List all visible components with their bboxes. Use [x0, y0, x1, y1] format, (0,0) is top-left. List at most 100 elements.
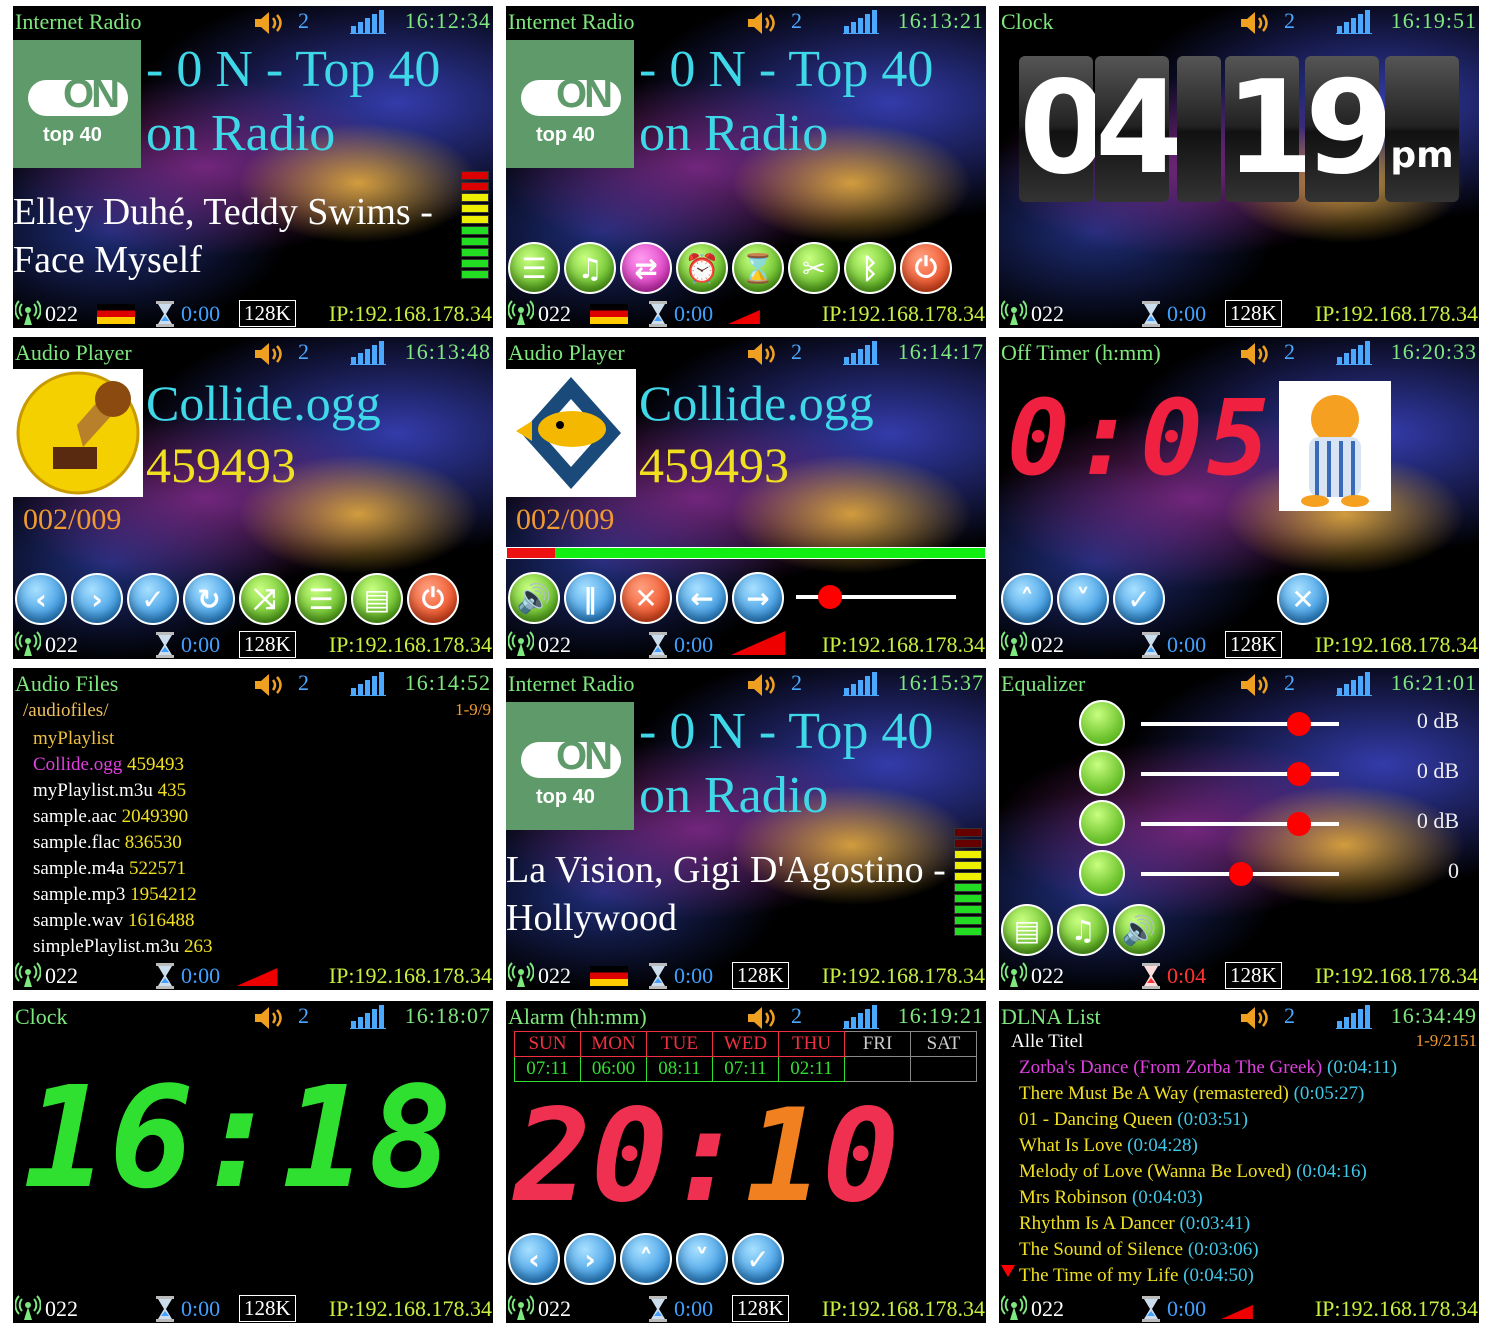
alarm-minute-ones[interactable]: 0 [822, 1082, 899, 1231]
alarm-time-fri[interactable] [844, 1056, 911, 1082]
list-button[interactable]: ☰ [295, 573, 347, 625]
slider-knob[interactable] [1287, 762, 1311, 786]
day-thu[interactable]: THU [778, 1031, 845, 1057]
day-sun[interactable]: SUN [514, 1031, 581, 1057]
sleep-timer-button[interactable]: ⌛ [732, 242, 784, 294]
alarm-time-wed[interactable]: 07:11 [712, 1056, 779, 1082]
speaker-icon[interactable] [1239, 341, 1273, 367]
power-button[interactable]: ⏻ [900, 242, 952, 294]
volume-slider[interactable] [796, 585, 956, 609]
day-tue[interactable]: TUE [646, 1031, 713, 1057]
list-item[interactable]: The Time of my Life (0:04:50) [1019, 1263, 1397, 1289]
next-button[interactable]: › [564, 1233, 616, 1285]
settings-button[interactable]: ✂ [788, 242, 840, 294]
progress-bar[interactable] [506, 547, 986, 559]
bitrate-badge: 128K [732, 962, 789, 989]
alarm-time-sat[interactable] [910, 1056, 977, 1082]
day-wed[interactable]: WED [712, 1031, 779, 1057]
down-button[interactable]: ˅ [1057, 573, 1109, 625]
list-item[interactable]: There Must Be A Way (remastered) (0:05:2… [1019, 1081, 1397, 1107]
down-button[interactable]: ˅ [676, 1233, 728, 1285]
radio-button[interactable]: ▤ [1001, 904, 1053, 956]
screen-title: Internet Radio [508, 671, 635, 696]
list-item[interactable]: myPlaylist [33, 726, 212, 752]
cancel-button[interactable]: ✕ [1277, 573, 1329, 625]
list-item[interactable]: simplePlaylist.m3u 263 [33, 934, 212, 960]
speaker-icon[interactable] [1239, 10, 1273, 36]
speaker-icon[interactable] [746, 672, 780, 698]
alarm-time-mon[interactable]: 06:00 [580, 1056, 647, 1082]
slider-knob[interactable] [1229, 862, 1253, 886]
audio-player-button[interactable]: ♫ [564, 242, 616, 294]
rewind-button[interactable]: ← [676, 572, 728, 624]
slider-knob[interactable] [1287, 712, 1311, 736]
track-counter: 002/009 [23, 503, 122, 536]
speaker-icon[interactable] [253, 672, 287, 698]
day-fri[interactable]: FRI [844, 1031, 911, 1057]
repeat-button[interactable]: ↻ [183, 573, 235, 625]
list-item[interactable]: Zorba's Dance (From Zorba The Greek) (0:… [1019, 1055, 1397, 1081]
list-item[interactable]: sample.flac 836530 [33, 830, 212, 856]
list-item[interactable]: Collide.ogg 459493 [33, 752, 212, 778]
speaker-icon[interactable] [746, 341, 780, 367]
previous-button[interactable]: ‹ [15, 573, 67, 625]
speaker-icon[interactable] [253, 1005, 287, 1031]
alarm-hours[interactable]: 20 [514, 1082, 668, 1231]
stop-button[interactable]: ✕ [620, 572, 672, 624]
audio-player-button[interactable]: ♫ [1057, 904, 1109, 956]
volume-value: 2 [791, 8, 802, 33]
ok-button[interactable]: ✓ [1113, 573, 1165, 625]
radio-button[interactable]: ▤ [351, 573, 403, 625]
pause-button[interactable]: ‖ [564, 572, 616, 624]
volume-button[interactable]: 🔊 [1113, 904, 1165, 956]
list-item[interactable]: sample.aac 2049390 [33, 804, 212, 830]
speaker-icon[interactable] [253, 10, 287, 36]
forward-button[interactable]: → [732, 572, 784, 624]
list-button[interactable]: ☰ [508, 242, 560, 294]
shuffle-button[interactable]: ⤨ [239, 573, 291, 625]
speaker-icon[interactable] [1239, 1005, 1273, 1031]
list-item[interactable]: 01 - Dancing Queen (0:03:51) [1019, 1107, 1397, 1133]
dlna-button[interactable]: ⇄ [620, 242, 672, 294]
sliders-icon[interactable] [1079, 750, 1125, 796]
list-item[interactable]: What Is Love (0:04:28) [1019, 1133, 1397, 1159]
list-item[interactable]: sample.wav 1616488 [33, 908, 212, 934]
speaker-icon[interactable] [746, 10, 780, 36]
ip-address: IP:192.168.178.34 [328, 301, 492, 326]
list-item[interactable]: sample.mp3 1954212 [33, 882, 212, 908]
sliders-icon[interactable] [1079, 800, 1125, 846]
volume-button[interactable]: 🔊 [508, 572, 560, 624]
sliders-icon[interactable] [1079, 700, 1125, 746]
antenna-icon [508, 962, 534, 988]
alarm-clock-button[interactable]: ⏰ [676, 242, 728, 294]
up-button[interactable]: ˄ [620, 1233, 672, 1285]
ok-button[interactable]: ✓ [127, 573, 179, 625]
list-item[interactable]: The Sound of Silence (0:03:06) [1019, 1237, 1397, 1263]
balance-icon[interactable] [1079, 850, 1125, 896]
alarm-minute-tens[interactable]: 1 [745, 1082, 822, 1231]
alarm-time-sun[interactable]: 07:11 [514, 1056, 581, 1082]
speaker-icon[interactable] [746, 1005, 780, 1031]
bluetooth-button[interactable]: ᛒ [844, 242, 896, 294]
alarm-time-tue[interactable]: 08:11 [646, 1056, 713, 1082]
up-button[interactable]: ˄ [1001, 573, 1053, 625]
hourglass-icon [1141, 301, 1161, 327]
list-item[interactable]: myPlaylist.m3u 435 [33, 778, 212, 804]
list-item[interactable]: Mrs Robinson (0:04:03) [1019, 1185, 1397, 1211]
alarm-time-thu[interactable]: 02:11 [778, 1056, 845, 1082]
power-button[interactable]: ⏻ [407, 573, 459, 625]
list-item[interactable]: sample.m4a 522571 [33, 856, 212, 882]
scroll-down-icon[interactable] [1001, 1265, 1015, 1277]
list-item[interactable]: Melody of Love (Wanna Be Loved) (0:04:16… [1019, 1159, 1397, 1185]
day-mon[interactable]: MON [580, 1031, 647, 1057]
speaker-icon[interactable] [253, 341, 287, 367]
day-sat[interactable]: SAT [910, 1031, 977, 1057]
next-button[interactable]: › [71, 573, 123, 625]
slider-knob[interactable] [818, 585, 842, 609]
flip-digit: 1 [1225, 54, 1315, 203]
previous-button[interactable]: ‹ [508, 1233, 560, 1285]
slider-knob[interactable] [1287, 812, 1311, 836]
list-item[interactable]: Rhythm Is A Dancer (0:03:41) [1019, 1211, 1397, 1237]
speaker-icon[interactable] [1239, 672, 1273, 698]
ok-button[interactable]: ✓ [732, 1233, 784, 1285]
